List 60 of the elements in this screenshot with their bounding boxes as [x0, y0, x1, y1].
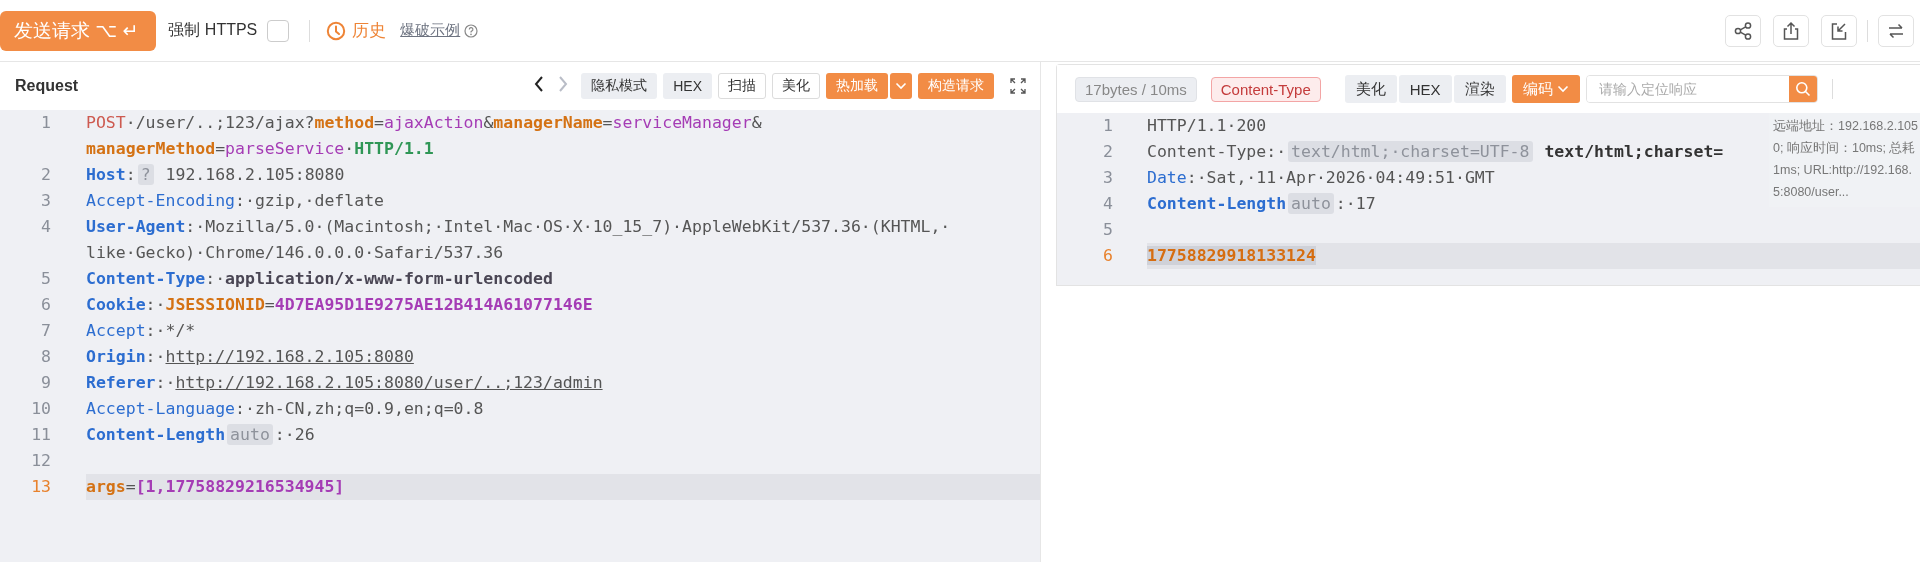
- line-number: 5: [40, 268, 52, 290]
- panel-title: Request: [15, 77, 79, 95]
- share-icon[interactable]: [1733, 20, 1753, 41]
- info-text: 5:8080/user...: [1773, 184, 1850, 201]
- force-https-label: 强制 HTTPS: [168, 20, 258, 40]
- line-number: 10: [30, 398, 52, 420]
- line-number: 4: [40, 216, 52, 238]
- toolbar-button[interactable]: 美化: [1344, 75, 1397, 103]
- code-line: Referer:·http://192.168.2.105:8080/user/..;123/admin: [86, 372, 603, 394]
- line-number: 1: [1102, 115, 1114, 137]
- help-icon: [464, 23, 479, 38]
- info-text: 0; 响应时间：10ms; 总耗: [1773, 140, 1917, 157]
- line-number: 6: [40, 294, 52, 316]
- example-link[interactable]: 爆破示例: [400, 21, 461, 40]
- code-line: POST·/user/..;123/ajax?method=ajaxAction&managerName=serviceManager& managerMethod=parseService·HTTP/1.1: [86, 112, 762, 160]
- code-line: Accept:·*/*: [86, 320, 196, 342]
- code-line: Date:·Sat,·11·Apr·2026·04:49:51·GMT: [1147, 167, 1495, 189]
- info-text: 1ms; URL:http://192.168.: [1773, 162, 1913, 179]
- toolbar-button[interactable]: HEX: [1398, 75, 1452, 103]
- line-number: 6: [1102, 245, 1114, 267]
- code-line: Cookie:·JSESSIONID=4D7EA95D1E9275AE12B414A61077146E: [86, 294, 593, 316]
- upload-icon[interactable]: [1781, 20, 1801, 41]
- import-icon[interactable]: [1829, 20, 1849, 41]
- code-line: User-Agent:·Mozilla/5.0·(Macintosh;·Intel·Mac·OS·X·10_15_7)·AppleWebKit/537.36·(KHTML,· like·Gecko)·Chrome/146.0.0.0·Safari/537.36: [86, 216, 951, 264]
- line-number: 11: [30, 424, 52, 446]
- toolbar-button[interactable]: HEX: [663, 73, 712, 99]
- stats-badge: 17bytes / 10ms: [1075, 76, 1197, 102]
- code-line: Content-Type:· text/html;·charset=UTF-8 text/html;charset=: [1147, 140, 1724, 164]
- code-line: Origin:·http://192.168.2.105:8080: [86, 346, 414, 368]
- toolbar-button[interactable]: 隐私模式: [581, 73, 658, 99]
- line-number: 2: [1102, 141, 1114, 163]
- code-line: HTTP/1.1·200: [1147, 115, 1267, 137]
- code-line: Content-Type:·application/x-www-form-urlencoded: [86, 268, 553, 290]
- code-line: Accept-Language:·zh-CN,zh;q=0.9,en;q=0.8: [86, 398, 484, 420]
- search-field[interactable]: 请输入定位响应: [1585, 75, 1818, 103]
- line-number: 8: [40, 346, 52, 368]
- info-text: 远端地址：192.168.2.105: [1773, 118, 1918, 135]
- line-number: 3: [40, 190, 52, 212]
- line-number: 13: [30, 476, 52, 498]
- toolbar-button[interactable]: 美化: [772, 73, 820, 99]
- clock-icon: [326, 20, 347, 41]
- line-number: 12: [30, 450, 52, 472]
- line-number: 1: [40, 112, 52, 134]
- code-line: Accept-Encoding:·gzip,·deflate: [86, 190, 385, 212]
- code-line: Content-Length auto :·17: [1147, 192, 1376, 216]
- line-number: 9: [40, 372, 52, 394]
- line-number: 7: [40, 320, 52, 342]
- code-line: args=[1,17758829216534945]: [86, 476, 345, 498]
- line-number: 5: [1102, 219, 1114, 241]
- line-number: 4: [1102, 193, 1114, 215]
- chevron-down-icon: [1556, 85, 1569, 93]
- content-type-tag[interactable]: Content-Type: [1210, 76, 1321, 102]
- toolbar-button[interactable]: 渲染: [1453, 75, 1506, 103]
- toolbar-button[interactable]: 扫描: [718, 73, 766, 99]
- line-number: 3: [1102, 167, 1114, 189]
- force-https-checkbox[interactable]: [267, 19, 290, 42]
- code-line: Content-Length auto :·26: [86, 423, 315, 447]
- code-line: Host: ? 192.168.2.105:8080: [86, 163, 345, 187]
- line-number: 2: [40, 164, 52, 186]
- expand-icon[interactable]: [1010, 78, 1026, 94]
